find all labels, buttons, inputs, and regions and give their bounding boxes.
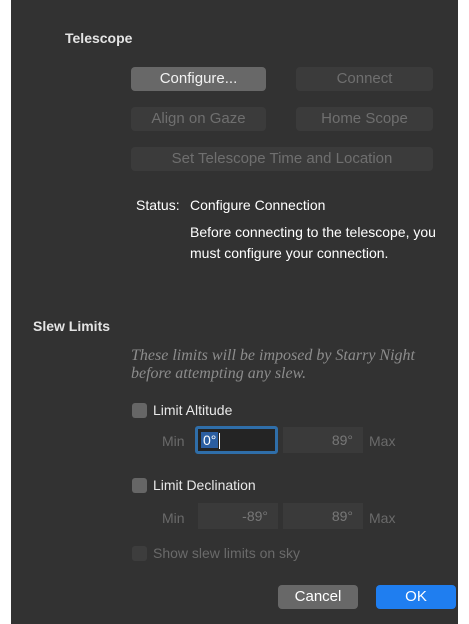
slew-limits-description-line2: before attempting any slew. bbox=[131, 365, 307, 382]
cancel-button[interactable]: Cancel bbox=[278, 585, 358, 609]
status-message-line1: Before connecting to the telescope, you bbox=[190, 224, 436, 240]
limit-altitude-checkbox[interactable] bbox=[132, 403, 147, 418]
slew-limits-section-title: Slew Limits bbox=[33, 318, 111, 334]
limit-declination-checkbox[interactable] bbox=[132, 478, 147, 493]
status-message-line2: must configure your connection. bbox=[190, 245, 389, 261]
limit-altitude-label: Limit Altitude bbox=[153, 402, 233, 418]
telescope-section-title: Telescope bbox=[65, 30, 133, 46]
declination-min-label: Min bbox=[162, 510, 185, 526]
limit-declination-label: Limit Declination bbox=[153, 477, 256, 493]
slew-limits-description-line1: These limits will be imposed by Starry N… bbox=[131, 347, 415, 364]
telescope-settings-panel: Telescope Configure... Connect Align on … bbox=[11, 0, 458, 624]
altitude-min-label: Min bbox=[162, 433, 185, 449]
status-label: Status: bbox=[136, 197, 180, 213]
declination-max-input[interactable]: 89° bbox=[283, 503, 363, 529]
altitude-min-value: 0° bbox=[201, 432, 219, 448]
text-caret bbox=[219, 433, 221, 450]
declination-max-label: Max bbox=[369, 510, 396, 526]
show-slew-limits-checkbox[interactable] bbox=[132, 546, 147, 561]
declination-min-input[interactable]: -89° bbox=[198, 503, 278, 529]
status-value: Configure Connection bbox=[190, 197, 326, 213]
show-slew-limits-label: Show slew limits on sky bbox=[153, 545, 301, 561]
home-scope-button[interactable]: Home Scope bbox=[296, 107, 433, 131]
set-time-location-button[interactable]: Set Telescope Time and Location bbox=[131, 147, 433, 171]
slew-limits-description: These limits will be imposed by Starry N… bbox=[131, 347, 451, 383]
ok-button[interactable]: OK bbox=[376, 585, 456, 609]
altitude-max-label: Max bbox=[369, 433, 396, 449]
configure-button[interactable]: Configure... bbox=[131, 67, 266, 91]
altitude-min-input[interactable]: 0° bbox=[195, 426, 278, 454]
connect-button[interactable]: Connect bbox=[296, 67, 433, 91]
align-on-gaze-button[interactable]: Align on Gaze bbox=[131, 107, 266, 131]
altitude-max-input[interactable]: 89° bbox=[283, 427, 363, 453]
